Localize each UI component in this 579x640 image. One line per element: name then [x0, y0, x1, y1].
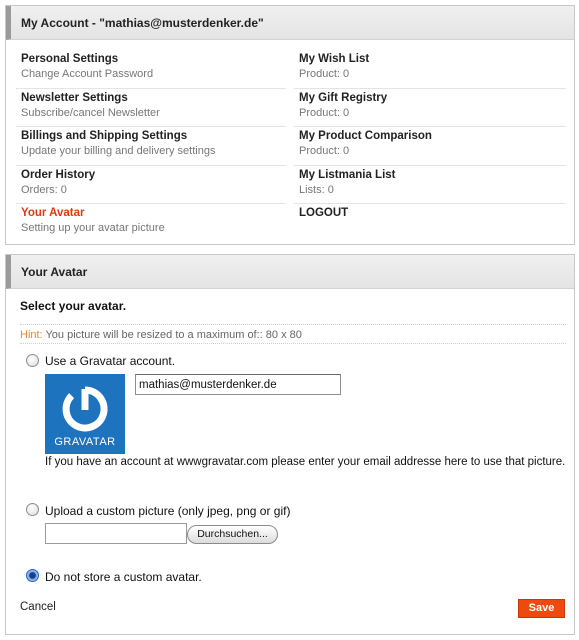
account-item-subtitle: Change Account Password — [21, 68, 154, 80]
account-menu-right-column: My Wish List Product: 0 My Gift Registry… — [294, 50, 566, 243]
account-item-title[interactable]: Billings and Shipping Settings — [21, 129, 286, 144]
account-panel: My Account - "mathias@musterdenker.de" P… — [5, 5, 575, 245]
account-item-subtitle: Setting up your avatar picture — [21, 222, 165, 235]
account-item-title[interactable]: My Gift Registry — [299, 91, 566, 106]
avatar-heading: Select your avatar. — [20, 299, 127, 313]
account-item-product-comparison[interactable]: My Product Comparison Product: 0 — [294, 127, 566, 166]
account-item-subtitle: Product: 0 — [299, 68, 350, 80]
account-item-title[interactable]: My Listmania List — [299, 168, 566, 183]
account-item-your-avatar[interactable]: Your Avatar Setting up your avatar pictu… — [16, 204, 286, 243]
gravatar-logo-text: GRAVATAR — [54, 436, 116, 448]
account-item-title[interactable]: Newsletter Settings — [21, 91, 286, 106]
account-panel-title: My Account - "mathias@musterdenker.de" — [21, 15, 264, 30]
gravatar-logo: GRAVATAR — [45, 374, 125, 454]
radio-no-avatar[interactable] — [26, 569, 39, 582]
avatar-panel-header: Your Avatar — [6, 255, 574, 289]
account-panel-header: My Account - "mathias@musterdenker.de" — [6, 6, 574, 40]
account-item-billing-shipping[interactable]: Billings and Shipping Settings Update yo… — [16, 127, 286, 166]
gravatar-email-input[interactable] — [135, 374, 341, 395]
save-button[interactable]: Save — [518, 599, 565, 618]
account-menu-left-column: Personal Settings Change Account Passwor… — [16, 50, 286, 243]
avatar-panel-title: Your Avatar — [21, 264, 88, 279]
account-item-title[interactable]: Order History — [21, 168, 286, 183]
file-path-field[interactable] — [45, 523, 187, 544]
account-item-wish-list[interactable]: My Wish List Product: 0 — [294, 50, 566, 89]
cancel-link[interactable]: Cancel — [20, 601, 56, 613]
account-item-title[interactable]: My Product Comparison — [299, 129, 566, 144]
account-item-title[interactable]: My Wish List — [299, 52, 566, 67]
logout-link[interactable]: LOGOUT — [299, 206, 566, 221]
option-none-label[interactable]: Do not store a custom avatar. — [45, 570, 202, 584]
radio-upload[interactable] — [26, 503, 39, 516]
account-item-subtitle: Orders: 0 — [21, 183, 67, 196]
account-item-subtitle: Subscribe/cancel Newsletter — [21, 106, 160, 119]
account-item-gift-registry[interactable]: My Gift Registry Product: 0 — [294, 89, 566, 128]
resize-hint: Hint: You picture will be resized to a m… — [20, 324, 566, 344]
browse-button[interactable]: Durchsuchen... — [187, 525, 278, 544]
account-item-subtitle: Update your billing and delivery setting… — [21, 145, 216, 158]
account-item-order-history[interactable]: Order History Orders: 0 — [16, 166, 286, 205]
gravatar-description: If you have an account at wwwgravatar.co… — [45, 456, 566, 468]
account-item-subtitle: Product: 0 — [299, 145, 350, 158]
account-item-subtitle: Lists: 0 — [299, 183, 334, 196]
account-item-logout[interactable]: LOGOUT — [294, 204, 566, 243]
option-upload-label[interactable]: Upload a custom picture (only jpeg, png … — [45, 504, 290, 518]
avatar-panel: Your Avatar Select your avatar. Hint: Yo… — [5, 254, 575, 635]
hint-label: Hint: — [20, 329, 43, 341]
radio-gravatar[interactable] — [26, 354, 39, 367]
account-item-subtitle: Product: 0 — [299, 106, 350, 119]
account-item-title[interactable]: Personal Settings — [21, 52, 286, 67]
account-item-listmania-list[interactable]: My Listmania List Lists: 0 — [294, 166, 566, 205]
option-gravatar-label[interactable]: Use a Gravatar account. — [45, 354, 175, 368]
account-item-newsletter-settings[interactable]: Newsletter Settings Subscribe/cancel New… — [16, 89, 286, 128]
hint-text: You picture will be resized to a maximum… — [45, 329, 302, 341]
account-item-personal-settings[interactable]: Personal Settings Change Account Passwor… — [16, 50, 286, 89]
gravatar-g-icon — [62, 386, 108, 432]
account-item-title-active[interactable]: Your Avatar — [21, 206, 286, 221]
